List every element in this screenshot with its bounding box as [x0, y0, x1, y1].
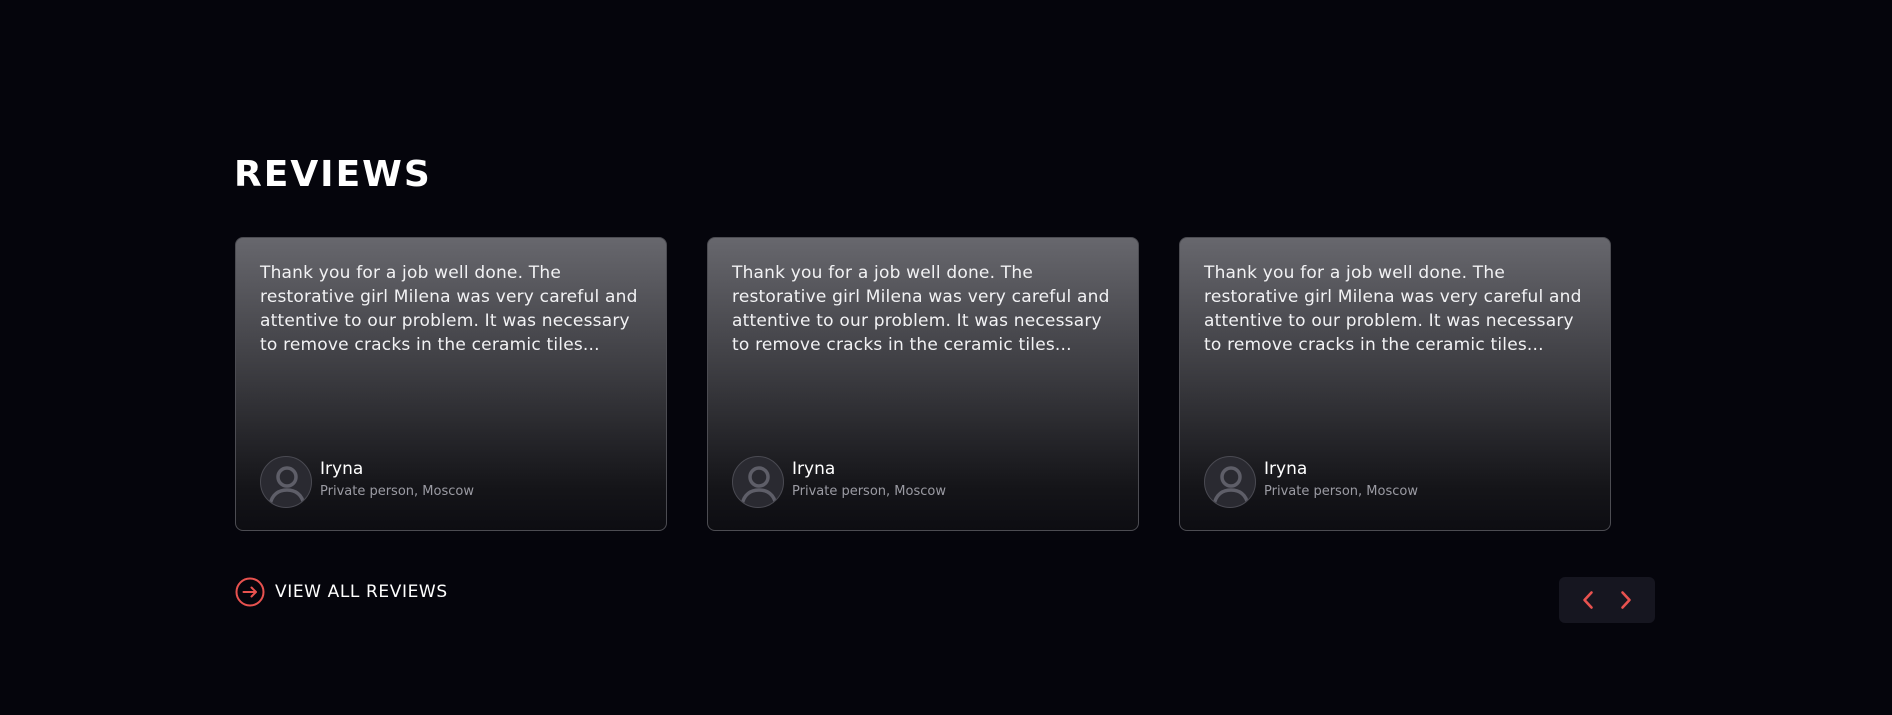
review-card: Thank you for a job well done. The resto… — [707, 237, 1139, 531]
section-title: REVIEWS — [234, 154, 432, 195]
author-name: Iryna — [792, 459, 836, 479]
prev-button[interactable] — [1573, 585, 1603, 615]
chevron-right-icon — [1621, 591, 1631, 609]
review-text: Thank you for a job well done. The resto… — [260, 263, 638, 355]
author-role: Private person, Moscow — [1264, 484, 1418, 499]
review-text: Thank you for a job well done. The resto… — [732, 263, 1110, 355]
next-button[interactable] — [1611, 585, 1641, 615]
view-all-reviews-link[interactable]: VIEW ALL REVIEWS — [235, 577, 448, 607]
review-text: Thank you for a job well done. The resto… — [1204, 263, 1582, 355]
author-name: Iryna — [1264, 459, 1308, 479]
reviews-section: REVIEWS Thank you for a job well done. T… — [0, 0, 1892, 715]
user-avatar-icon — [732, 456, 784, 508]
author-name: Iryna — [320, 459, 364, 479]
user-avatar-icon — [1204, 456, 1256, 508]
review-card: Thank you for a job well done. The resto… — [1179, 237, 1611, 531]
user-avatar-icon — [260, 456, 312, 508]
review-author: Iryna Private person, Moscow — [1204, 456, 1418, 508]
reviews-carousel: Thank you for a job well done. The resto… — [235, 237, 1611, 531]
review-author: Iryna Private person, Moscow — [260, 456, 474, 508]
carousel-nav — [1559, 577, 1655, 623]
view-all-reviews-label: VIEW ALL REVIEWS — [275, 582, 448, 602]
author-role: Private person, Moscow — [320, 484, 474, 499]
review-card: Thank you for a job well done. The resto… — [235, 237, 667, 531]
chevron-left-icon — [1583, 591, 1593, 609]
arrow-right-circle-icon — [235, 577, 265, 607]
author-role: Private person, Moscow — [792, 484, 946, 499]
review-author: Iryna Private person, Moscow — [732, 456, 946, 508]
